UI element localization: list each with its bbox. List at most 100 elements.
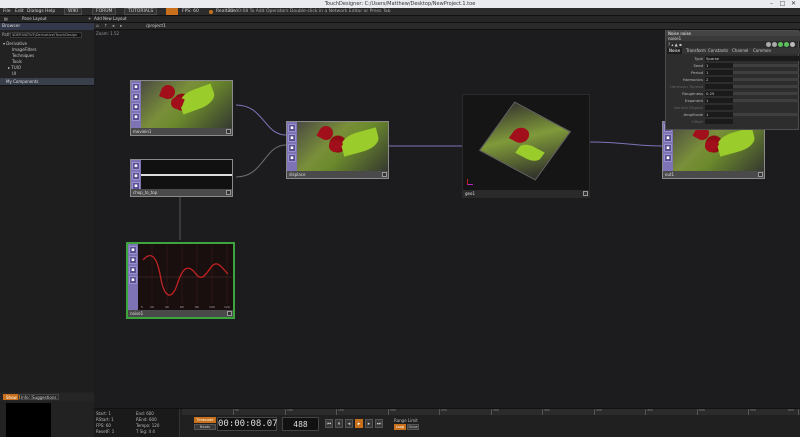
geo-node[interactable]: geo1 — [462, 94, 590, 198]
step-back-icon[interactable]: ◂ — [345, 419, 353, 428]
settings-icon[interactable] — [790, 42, 795, 47]
param-value[interactable]: 1 — [705, 98, 733, 103]
param-value[interactable]: 0.25 — [705, 91, 733, 96]
type-dropdown[interactable]: Sparse — [705, 56, 799, 61]
resetf-field[interactable]: ResetF: 1 — [96, 429, 114, 434]
param-value[interactable]: 2 — [705, 77, 733, 82]
tree-item[interactable]: ▸ TUIO — [8, 65, 21, 70]
tree-item[interactable]: Tools — [12, 59, 22, 64]
home-icon[interactable]: ⌂ — [96, 23, 99, 30]
param-op-name[interactable]: noise1 — [666, 36, 800, 41]
param-value[interactable] — [705, 119, 733, 124]
param-slider[interactable] — [733, 99, 799, 102]
lock-icon[interactable]: ▪ — [664, 134, 672, 142]
render-icon[interactable]: ▪ — [132, 113, 140, 121]
render-icon[interactable]: ▪ — [664, 154, 672, 162]
tempo-field[interactable]: Tempo: 120 — [136, 423, 159, 428]
tree-item[interactable]: ImageFilters — [12, 47, 37, 52]
tutorials-button[interactable]: TUTORIALS — [124, 8, 158, 15]
display-icon[interactable]: ▪ — [664, 144, 672, 152]
up-icon[interactable]: ↑ — [104, 23, 108, 30]
param-slider[interactable] — [733, 64, 799, 67]
param-value[interactable]: 1 — [705, 63, 733, 68]
viewer-toggle-icon[interactable] — [227, 311, 232, 316]
noise-node[interactable]: ▪ ▪ ▪ ▪ 5 20 40 60 80 100 120 noise1 — [126, 242, 235, 319]
pane-layout-button[interactable]: Pane Layout — [22, 15, 47, 23]
loop-toggle[interactable]: Loop — [394, 424, 406, 430]
tab-transform[interactable]: Transform — [684, 48, 708, 54]
display-icon[interactable]: ▪ — [288, 144, 296, 152]
param-value[interactable] — [705, 84, 733, 89]
record-button[interactable] — [166, 8, 178, 15]
node-label[interactable]: chop_to_top — [131, 189, 232, 196]
bypass-icon[interactable]: ▪ — [129, 246, 137, 254]
info-icon[interactable] — [766, 42, 771, 47]
fps-field[interactable]: FPS: 60 — [96, 423, 111, 428]
viewer-toggle-icon[interactable] — [758, 172, 763, 177]
displace-node[interactable]: ▪ ▪ ▪ ▪ displace — [286, 121, 389, 179]
tree-item[interactable]: Techniques — [12, 53, 34, 58]
tree-item[interactable]: UI — [12, 71, 16, 76]
moviein-node[interactable]: ▪ ▪ ▪ ▪ moviein1 — [130, 80, 233, 136]
bypass-icon[interactable]: ▪ — [132, 83, 140, 91]
maximize-icon[interactable]: □ — [777, 0, 788, 8]
timecode-toggle[interactable]: Timecode — [194, 417, 216, 423]
viewer-toggle-icon[interactable] — [382, 172, 387, 177]
param-slider[interactable] — [733, 71, 799, 74]
beats-toggle[interactable]: Beats — [194, 424, 216, 430]
active-icon[interactable] — [784, 42, 789, 47]
node-label[interactable]: displace — [287, 171, 388, 178]
wiki-button[interactable]: WIKI — [64, 8, 83, 15]
param-slider[interactable] — [733, 92, 799, 95]
pane-layout-icon[interactable]: ▤ — [4, 15, 8, 23]
node-label[interactable]: geo1 — [463, 190, 589, 197]
tab-constants[interactable]: Constants — [706, 48, 730, 54]
param-slider[interactable] — [733, 113, 799, 116]
lock-icon[interactable]: ▪ — [132, 93, 140, 101]
lock-icon[interactable]: ▪ — [129, 256, 137, 264]
param-slider[interactable] — [733, 85, 799, 88]
lock-icon[interactable]: ▪ — [288, 134, 296, 142]
viewer-toggle-icon[interactable] — [226, 190, 231, 195]
param-value[interactable]: 1 — [705, 70, 733, 75]
param-slider[interactable] — [733, 78, 799, 81]
viewer-toggle-icon[interactable] — [583, 191, 588, 196]
step-forward-icon[interactable]: ▸ — [365, 419, 373, 428]
display-icon[interactable]: ▪ — [129, 266, 137, 274]
chopto-node[interactable]: ▪ ▪ ▪ chop_to_top — [130, 159, 233, 197]
tab-common[interactable]: Common — [751, 48, 773, 54]
once-toggle[interactable]: Once — [407, 424, 419, 430]
tsig-field[interactable]: T Sig: 4 4 — [136, 429, 155, 434]
end-field[interactable]: End: 600 — [136, 411, 154, 416]
tab-noise[interactable]: Noise — [667, 48, 683, 54]
viewer-icon[interactable] — [778, 42, 783, 47]
realtime-icon[interactable] — [209, 10, 213, 14]
time-ruler[interactable]: 50 100 150 200 250 300 350 400 450 500 5… — [182, 408, 800, 415]
back-icon[interactable]: ◂ — [112, 23, 114, 30]
minimize-icon[interactable]: – — [766, 0, 777, 8]
node-label[interactable]: moviein1 — [131, 128, 232, 135]
param-value[interactable]: 1 — [705, 112, 733, 117]
render-icon[interactable]: ▪ — [129, 276, 137, 284]
forward-icon[interactable]: ▸ — [120, 23, 122, 30]
display-icon[interactable]: ▪ — [132, 103, 140, 111]
viewer-toggle-icon[interactable] — [226, 129, 231, 134]
start-field[interactable]: Start: 1 — [96, 411, 111, 416]
frame-display[interactable]: 488 — [282, 417, 319, 431]
forum-button[interactable]: FORUM — [92, 8, 117, 15]
param-value[interactable] — [705, 105, 733, 110]
rstart-field[interactable]: RStart: 1 — [96, 417, 114, 422]
bypass-icon[interactable]: ▪ — [132, 162, 140, 170]
close-icon[interactable]: ✕ — [788, 0, 799, 8]
rewind-icon[interactable]: ⏮ — [325, 419, 333, 428]
help-icon[interactable] — [772, 42, 777, 47]
bypass-icon[interactable]: ▪ — [288, 124, 296, 132]
node-label[interactable]: out1 — [663, 171, 764, 178]
path-input[interactable]: $DERIVATIVE\Derivative\TouchDesign — [10, 32, 82, 38]
timecode-display[interactable]: 00:00:08.07 — [217, 417, 278, 431]
param-toolbar-icons[interactable]: ? ▴ ▲ ▪ — [668, 42, 682, 47]
render-icon[interactable]: ▪ — [288, 154, 296, 162]
rend-field[interactable]: REnd: 600 — [136, 417, 157, 422]
add-layout-icon[interactable]: + — [88, 15, 91, 23]
tree-item-selected[interactable]: My Components — [0, 78, 94, 85]
